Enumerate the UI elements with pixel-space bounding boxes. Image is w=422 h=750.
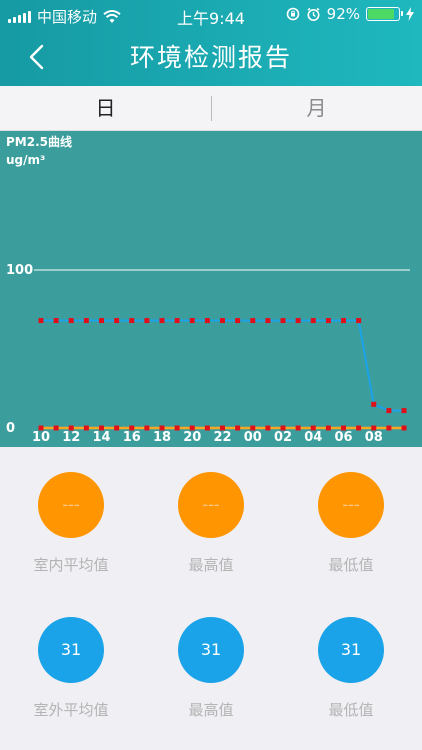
data-point	[220, 318, 225, 324]
data-point	[325, 318, 331, 324]
data-point	[386, 425, 392, 431]
y-tick-label: 0	[6, 421, 15, 436]
y-tick-label: 100	[6, 263, 33, 278]
nav-bar: 环境检测报告	[0, 30, 422, 86]
indoor-min-stat: --- 最低值	[301, 472, 401, 575]
battery-percent: 92%	[326, 5, 360, 23]
x-tick-label: 04	[304, 430, 322, 445]
indoor-min-value: ---	[318, 472, 384, 538]
chart-title: PM2.5曲线	[6, 134, 72, 149]
battery-icon	[366, 7, 403, 21]
page-title: 环境检测报告	[129, 43, 292, 72]
data-point	[341, 318, 346, 324]
data-point	[401, 408, 407, 414]
pm25-chart: PM2.5曲线 ug/m³ 0 100 10 12 14 16 18 20 22 00 02 04 06…	[0, 131, 422, 447]
outdoor-average-label: 室外平均值	[33, 701, 109, 719]
indoor-min-label: 最低值	[328, 556, 374, 574]
data-point	[129, 318, 135, 324]
data-point	[235, 425, 241, 431]
status-bar: 中国移动 上午9:44 92%	[0, 0, 422, 30]
x-tick-label: 18	[153, 430, 171, 445]
data-point	[204, 425, 210, 431]
data-point	[371, 401, 377, 407]
outdoor-max-label: 最高值	[188, 701, 234, 719]
period-tabs: 日 月	[0, 86, 422, 131]
data-point	[280, 318, 286, 324]
outdoor-max-stat: 31 最高值	[161, 617, 261, 720]
x-tick-label: 00	[244, 430, 262, 445]
data-point	[68, 318, 74, 324]
data-point	[38, 318, 44, 324]
data-point	[295, 425, 301, 431]
data-point	[53, 425, 59, 431]
charging-icon	[406, 7, 414, 21]
data-point	[83, 425, 89, 431]
indoor-average-value: ---	[38, 472, 104, 538]
data-point	[204, 318, 210, 324]
data-point	[159, 318, 165, 324]
app-header: 中国移动 上午9:44 92% 环境检测报告	[0, 0, 422, 86]
x-tick-label: 14	[92, 430, 110, 445]
pm25-chart-svg: PM2.5曲线 ug/m³ 0 100 10 12 14 16 18 20 22 00 02 04 06…	[6, 134, 410, 445]
x-tick-label: 06	[334, 430, 352, 445]
data-point	[356, 425, 362, 431]
data-point	[99, 318, 104, 324]
data-point	[144, 318, 150, 324]
data-point	[325, 425, 331, 431]
data-point	[174, 318, 180, 324]
series-line-0	[41, 319, 404, 412]
outdoor-average-value: 31	[38, 617, 104, 683]
data-point	[295, 318, 301, 324]
outdoor-min-label: 最低值	[328, 701, 374, 719]
indoor-average-stat: --- 室内平均值	[21, 472, 121, 575]
tab-month[interactable]: 月	[211, 86, 422, 130]
x-tick-label: 22	[213, 430, 231, 445]
data-point	[189, 318, 195, 324]
indoor-max-label: 最高值	[188, 556, 234, 574]
indoor-max-value: ---	[178, 472, 244, 538]
data-point	[401, 425, 407, 431]
x-tick-label: 02	[274, 430, 292, 445]
data-point	[83, 318, 89, 324]
data-point	[310, 318, 316, 324]
alarm-icon	[307, 7, 320, 21]
battery-fill	[368, 9, 394, 19]
chart-unit: ug/m³	[6, 153, 45, 167]
data-point	[250, 318, 256, 324]
rotation-lock-icon	[286, 7, 299, 21]
x-tick-label: 16	[123, 430, 141, 445]
data-point	[356, 318, 362, 324]
outdoor-max-value: 31	[178, 617, 244, 683]
stats-panel: --- 室内平均值 --- 最高值 --- 最低值 31 室外平均值 31 最高…	[0, 448, 422, 750]
data-point	[174, 425, 180, 431]
data-point	[235, 318, 241, 324]
data-point	[53, 318, 59, 324]
x-tick-label: 12	[62, 430, 80, 445]
data-point	[386, 408, 392, 414]
data-point	[265, 425, 271, 431]
data-point	[114, 425, 120, 431]
outdoor-average-stat: 31 室外平均值	[21, 617, 121, 720]
outdoor-min-stat: 31 最低值	[301, 617, 401, 720]
outdoor-min-value: 31	[318, 617, 384, 683]
data-point	[265, 318, 271, 324]
indoor-average-label: 室内平均值	[33, 556, 109, 574]
data-point	[114, 318, 120, 324]
tab-day[interactable]: 日	[0, 86, 211, 130]
x-tick-label: 20	[183, 430, 201, 445]
indoor-max-stat: --- 最高值	[161, 472, 261, 575]
data-point	[144, 425, 150, 431]
x-tick-label: 08	[365, 430, 383, 445]
x-tick-label: 10	[32, 430, 50, 445]
